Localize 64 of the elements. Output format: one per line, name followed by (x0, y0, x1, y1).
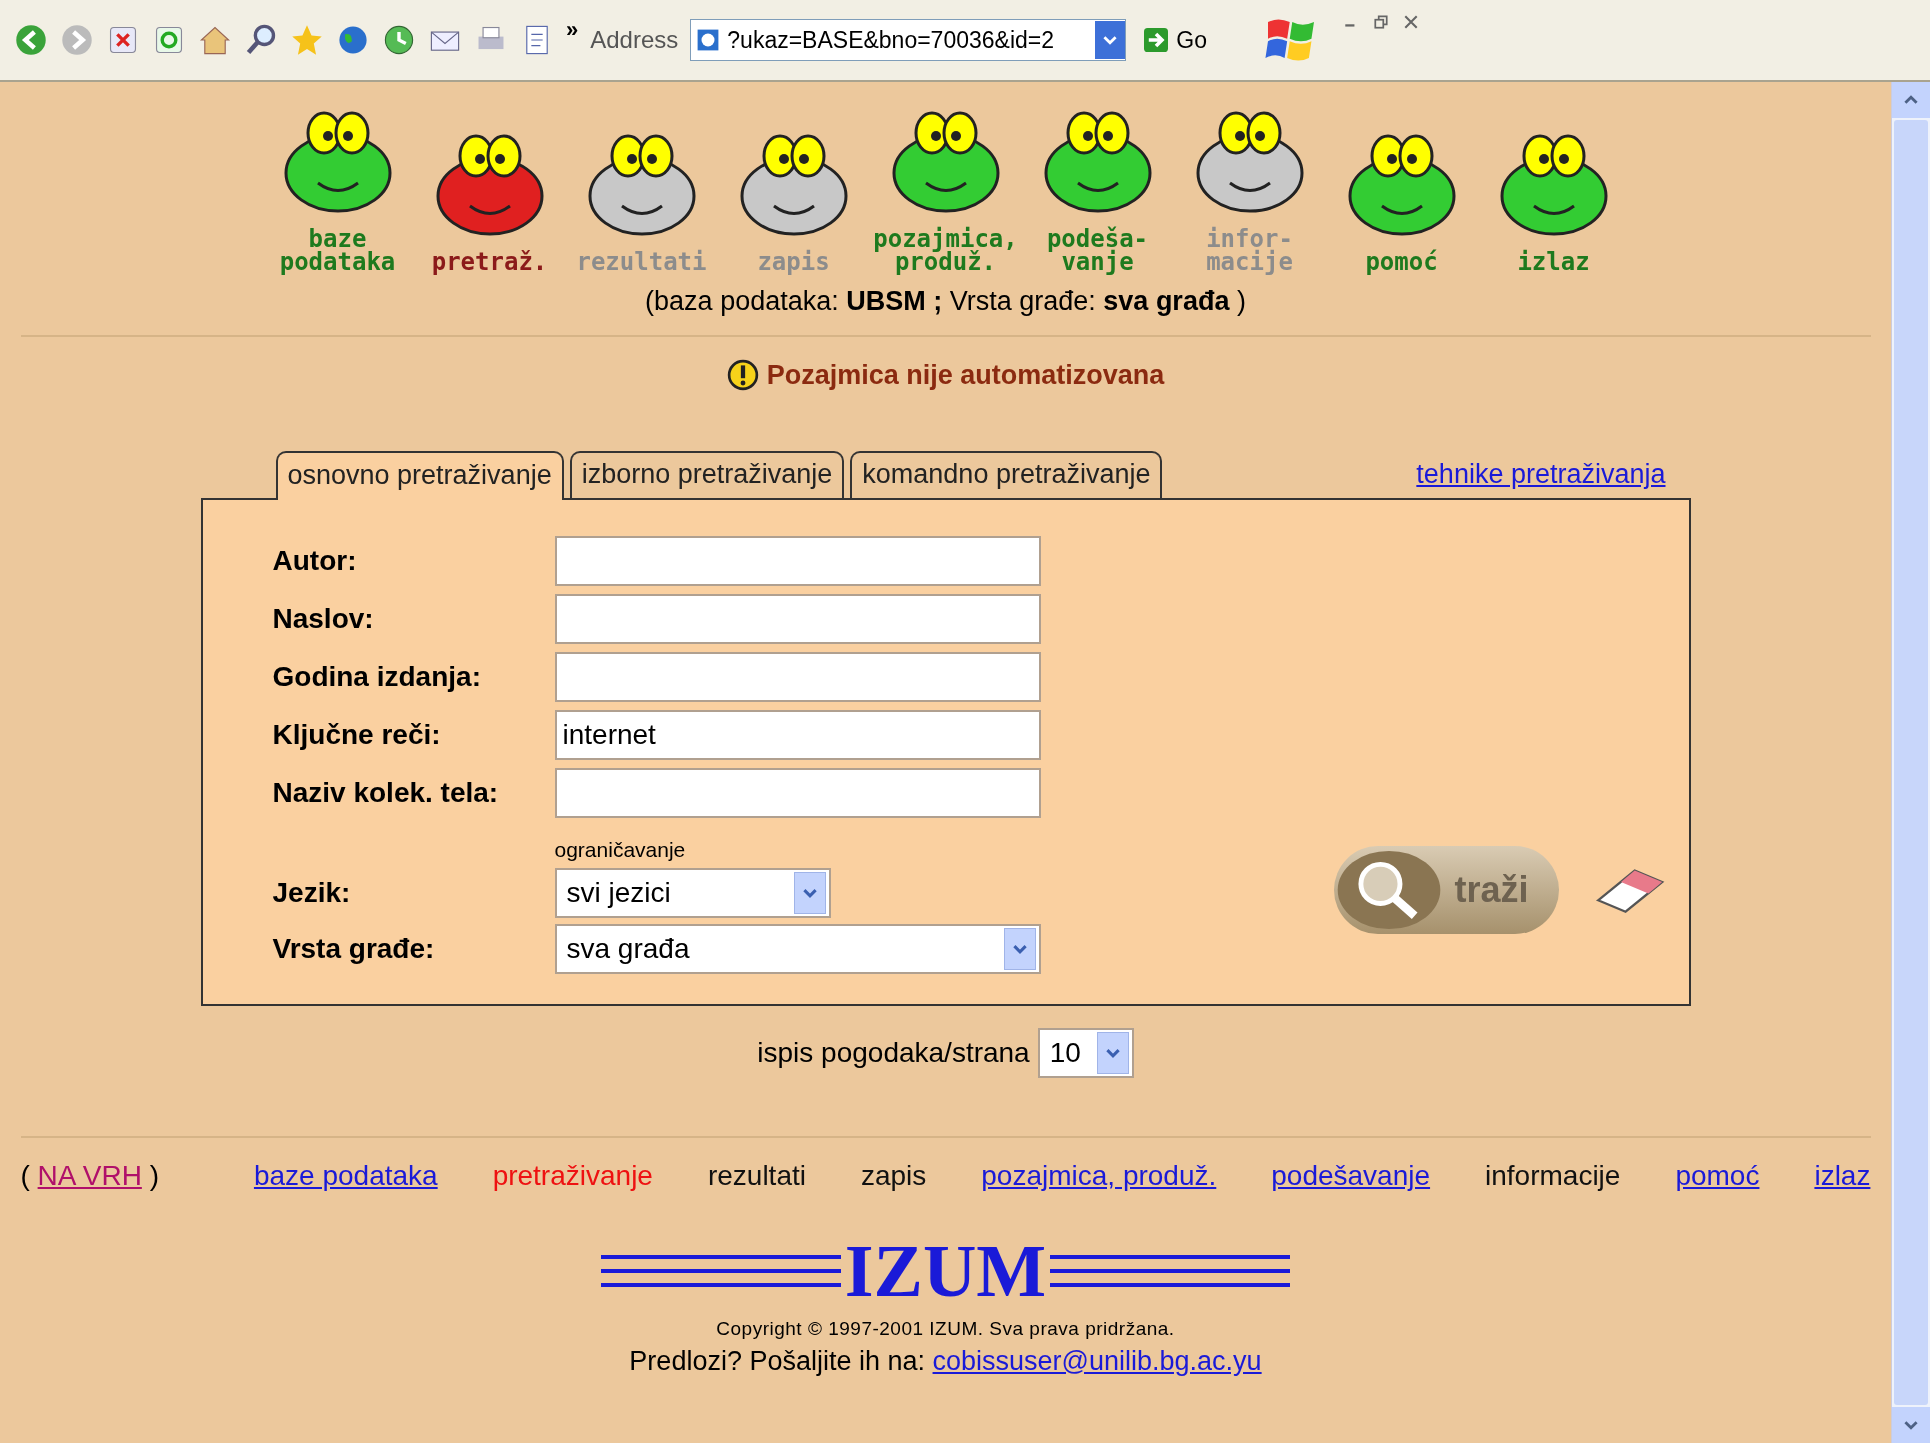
context-info: (baza podataka: UBSM ; Vrsta građe: sva građa ) (645, 286, 1246, 317)
search-icon[interactable] (244, 23, 278, 57)
footer-link[interactable]: pozajmica, produž. (981, 1160, 1217, 1192)
restore-icon[interactable] (1373, 14, 1389, 30)
input-field[interactable] (554, 768, 1041, 818)
footer-nav-text: zapis (860, 1160, 927, 1192)
top-link[interactable]: NA VRH (37, 1160, 142, 1191)
field-label: Jezik: (272, 877, 352, 909)
izum-logo: IZUM (600, 1236, 1291, 1306)
footer-link[interactable]: podešavanje (1271, 1160, 1431, 1192)
search-tab[interactable]: komandno pretraživanje (850, 451, 1163, 498)
select-field[interactable]: svi jezici (554, 868, 831, 918)
nav-label: pretraž. (431, 251, 548, 274)
star-icon[interactable] (290, 23, 324, 57)
globe-icon[interactable] (336, 23, 370, 57)
address-field[interactable]: ?ukaz=BASE&bno=70036&id=2 (690, 19, 1127, 61)
input-field[interactable] (554, 536, 1041, 586)
per-page-select[interactable]: 10 (1037, 1028, 1134, 1078)
input-field[interactable]: internet (554, 710, 1041, 760)
footer-nav-text: pretraživanje (492, 1160, 653, 1192)
bracket: ) (149, 1160, 159, 1191)
copyright-text: Copyright © 1997-2001 IZUM. Sva prava pridržana. (716, 1318, 1175, 1340)
footer-link[interactable]: baze podataka (253, 1160, 438, 1192)
help-link[interactable]: tehnike pretraživanja (1416, 459, 1666, 490)
history-icon[interactable] (382, 23, 416, 57)
input-field[interactable] (554, 594, 1041, 644)
nav-label: zapis (757, 251, 830, 274)
limit-heading: ograničavanje (554, 838, 687, 862)
address-label: Address (590, 26, 679, 54)
per-page-label: ispis pogodaka/strana (757, 1037, 1030, 1069)
windows-logo-icon (1265, 17, 1317, 63)
search-tab[interactable]: osnovno pretraživanje (275, 451, 564, 500)
field-label: Vrsta građe: (272, 933, 436, 965)
search-tab[interactable]: izborno pretraživanje (569, 451, 845, 498)
footer-nav-text: rezultati (707, 1160, 806, 1192)
nav-label[interactable]: baze podataka (279, 228, 396, 274)
close-icon[interactable] (1403, 14, 1419, 30)
footer-link[interactable]: izlaz (1814, 1160, 1871, 1192)
bracket: ( (20, 1160, 30, 1191)
footer-nav-text: informacije (1485, 1160, 1621, 1192)
nav-label: rezultati (576, 251, 707, 274)
field-label: Ključne reči: (272, 719, 442, 751)
nav-label[interactable]: izlaz (1517, 251, 1590, 274)
scrollbar[interactable] (1891, 82, 1930, 1443)
nav-label[interactable]: podeša- vanje (1046, 228, 1149, 274)
field-label: Naziv kolek. tela: (272, 777, 500, 809)
field-label: Naslov: (272, 603, 375, 635)
input-field[interactable] (554, 652, 1041, 702)
scroll-down-icon[interactable] (1904, 1418, 1918, 1432)
notice-text: Pozajmica nije automatizovana (766, 359, 1165, 391)
toolbar-overflow[interactable]: » (566, 17, 579, 43)
scroll-up-icon[interactable] (1904, 93, 1918, 107)
field-label: Autor: (272, 545, 358, 577)
warning-icon (726, 359, 759, 391)
select-field[interactable]: sva građa (554, 924, 1041, 974)
field-label: Godina izdanja: (272, 661, 482, 693)
email-link[interactable]: cobissuser@unilib.bg.ac.yu (932, 1346, 1262, 1376)
nav-label[interactable]: pomoć (1365, 251, 1438, 274)
go-button[interactable]: Go (1138, 26, 1213, 54)
nav-label: infor- macije (1206, 228, 1293, 274)
back-icon[interactable] (14, 23, 48, 57)
nav-label[interactable]: pozajmica, produž. (873, 228, 1018, 274)
footer-link[interactable]: pomoć (1675, 1160, 1760, 1192)
contact-text: Predlozi? Pošaljite ih na: (629, 1346, 926, 1376)
